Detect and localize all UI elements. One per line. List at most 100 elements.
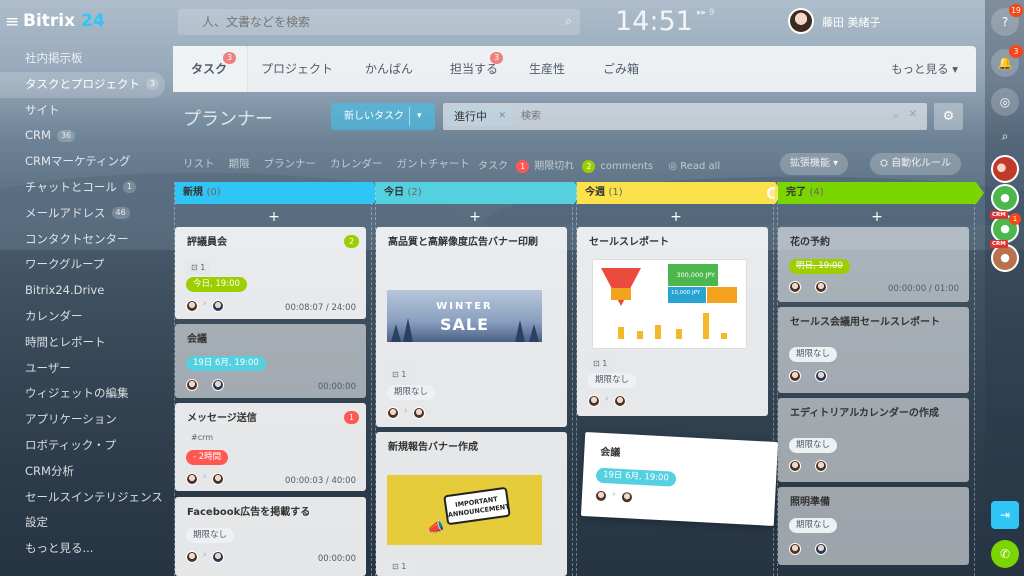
left-menu-item[interactable]: ウィジェットの編集	[0, 381, 165, 407]
card-title[interactable]: 評議員会	[187, 236, 347, 249]
filter-chip[interactable]: 進行中 ✕	[447, 107, 513, 126]
task-card[interactable]: セールス会議用セールスレポート 期限なし ›	[778, 307, 969, 393]
card-title[interactable]: 新規報告バナー作成	[388, 441, 548, 454]
column-header[interactable]: 完了 (4)	[778, 182, 984, 204]
menu-icon[interactable]: ≡	[5, 12, 19, 32]
responsible-avatar[interactable]	[212, 551, 224, 563]
task-card[interactable]: Facebook広告を掲載する 期限なし › 00:00:00	[175, 497, 366, 576]
left-menu-item[interactable]: 社内掲示板	[0, 46, 165, 72]
chevron-down-icon[interactable]: ▾	[417, 103, 422, 130]
responsible-avatar[interactable]	[413, 407, 425, 419]
left-menu-item[interactable]: ロボティック・プ	[0, 433, 165, 459]
card-image[interactable]: IMPORTANT ANNOUNCEMENT 📣	[387, 475, 542, 545]
responsible-avatar[interactable]	[212, 379, 224, 391]
deadline-badge[interactable]: 今日, 19:00	[186, 277, 247, 292]
deadline-badge[interactable]: 期限なし	[387, 385, 436, 400]
creator-avatar[interactable]	[387, 407, 399, 419]
logo[interactable]: Bitrix 24	[23, 11, 105, 31]
tab-2[interactable]: かんばん	[365, 46, 413, 92]
left-menu-item[interactable]: カレンダー	[0, 304, 165, 330]
deadline-badge[interactable]: 期限なし	[588, 373, 637, 388]
overdue-label[interactable]: 期限切れ	[534, 161, 574, 172]
left-menu-item[interactable]: CRMマーケティング	[0, 149, 165, 175]
crm-contact-avatar[interactable]: CRM ● 1	[990, 211, 1021, 243]
add-task-button[interactable]: +	[778, 209, 976, 225]
task-card[interactable]: エディトリアルカレンダーの作成 期限なし ›	[778, 398, 969, 482]
deadline-badge[interactable]: 期限なし	[789, 438, 838, 453]
deadline-badge[interactable]: 19日 6月, 19:00	[186, 356, 266, 371]
search-icon[interactable]: ⌕	[565, 14, 572, 29]
card-image[interactable]: 300,000 JPY 10,000 JPY	[592, 259, 747, 349]
card-title[interactable]: 会議	[187, 333, 347, 346]
view-tab[interactable]: リスト	[183, 158, 215, 170]
task-card[interactable]: セールスレポート 300,000 JPY 10,000 JPY ⊡ 1 期限なし…	[577, 227, 768, 416]
deadline-badge[interactable]: 19日 6月, 19:00	[595, 467, 677, 487]
settings-button[interactable]: ⚙	[934, 103, 963, 130]
more-tabs-button[interactable]: もっと見る ▾	[891, 46, 958, 92]
creator-avatar[interactable]	[186, 473, 198, 485]
task-card[interactable]: 花の予約 明日, 19:00 › 00:00:00 / 01:00	[778, 227, 969, 302]
clock-info[interactable]: ▸▸ 9	[697, 8, 727, 19]
deadline-badge[interactable]: 期限なし	[789, 347, 838, 362]
responsible-avatar[interactable]	[212, 300, 224, 312]
responsible-avatar[interactable]	[815, 281, 827, 293]
left-menu-item[interactable]: サイト	[0, 98, 165, 124]
left-menu-item[interactable]: 時間とレポート	[0, 330, 165, 356]
deadline-badge[interactable]: 期限なし	[186, 528, 235, 543]
creator-avatar[interactable]	[789, 370, 801, 382]
responsible-avatar[interactable]	[815, 543, 827, 555]
left-menu-item[interactable]: アプリケーション	[0, 407, 165, 433]
creator-avatar[interactable]	[789, 460, 801, 472]
responsible-avatar[interactable]	[815, 460, 827, 472]
filter-bar[interactable]: 進行中✕ ⌕ ✕	[443, 103, 927, 130]
card-title[interactable]: セールス会議用セールスレポート	[790, 316, 950, 329]
card-title[interactable]: メッセージ送信	[187, 412, 347, 425]
dragged-task-card[interactable]: 会議 19日 6月, 19:00 ›	[580, 432, 779, 526]
close-icon[interactable]: ✕	[498, 107, 506, 126]
tab-4[interactable]: 生産性	[529, 46, 565, 92]
column-header[interactable]: 新規 (0)	[175, 182, 381, 204]
creator-avatar[interactable]	[789, 281, 801, 293]
tab-1[interactable]: プロジェクト	[261, 46, 333, 92]
view-tab[interactable]: 期限	[229, 158, 250, 170]
creator-avatar[interactable]	[186, 551, 198, 563]
left-menu-item[interactable]: ユーザー	[0, 356, 165, 382]
view-tab[interactable]: プランナー	[264, 158, 317, 170]
deadline-badge[interactable]: - 2時間	[186, 450, 229, 465]
notifications-button[interactable]: 🔔 3	[991, 45, 1023, 77]
avatar[interactable]	[788, 8, 814, 34]
add-task-button[interactable]: +	[376, 209, 574, 225]
new-task-button[interactable]: 新しいタスク ▾	[331, 103, 435, 130]
overdue-count[interactable]: 1	[516, 159, 530, 173]
card-image[interactable]: WINTER SALE	[387, 290, 542, 342]
left-menu-item[interactable]: Bitrix24.Drive	[0, 278, 165, 304]
column-header[interactable]: 今週 (1)	[577, 182, 783, 204]
search-box[interactable]: ⌕	[178, 9, 580, 35]
clear-icon[interactable]: ✕	[909, 109, 917, 120]
group-chat-avatar[interactable]	[991, 155, 1019, 183]
left-menu-item[interactable]: セールスインテリジェンス	[0, 485, 165, 511]
column-header[interactable]: 今日 (2)	[376, 182, 582, 204]
task-card[interactable]: メッセージ送信 1 #crm - 2時間 › 00:00:03 / 40:00	[175, 403, 366, 491]
task-card[interactable]: 高品質と高解像度広告バナー印刷 WINTER SALE ⊡ 1 期限なし ›	[376, 227, 567, 427]
left-menu-item[interactable]: CRM 36	[0, 123, 165, 149]
hashtag[interactable]: #crm	[186, 430, 219, 445]
card-title[interactable]: Facebook広告を掲載する	[187, 506, 347, 519]
view-tab[interactable]: カレンダー	[330, 158, 383, 170]
tab-0[interactable]: タスク 3	[173, 46, 248, 92]
crm-contact-avatar[interactable]: CRM ●	[990, 240, 1019, 272]
card-title[interactable]: 花の予約	[790, 236, 950, 249]
tab-5[interactable]: ごみ箱	[603, 46, 639, 92]
automation-rules-button[interactable]: ⛭ 自動化ルール	[870, 153, 962, 175]
creator-avatar[interactable]	[186, 379, 198, 391]
responsible-avatar[interactable]	[614, 395, 626, 407]
task-card[interactable]: 新規報告バナー作成 IMPORTANT ANNOUNCEMENT 📣 ⊡ 1	[376, 432, 567, 576]
user-name[interactable]: 藤田 美緒子	[822, 14, 881, 30]
comments-label[interactable]: comments	[600, 161, 653, 172]
add-task-button[interactable]: +	[577, 209, 775, 225]
creator-avatar[interactable]	[594, 489, 608, 503]
transfer-button[interactable]: ⇥	[991, 501, 1019, 529]
task-card[interactable]: 評議員会 2 ⊡ 1 今日, 19:00 › 00:08:07 / 24:00	[175, 227, 366, 319]
task-card[interactable]: 照明準備 期限なし ›	[778, 487, 969, 565]
extensions-button[interactable]: 拡張機能 ▾	[780, 153, 849, 175]
